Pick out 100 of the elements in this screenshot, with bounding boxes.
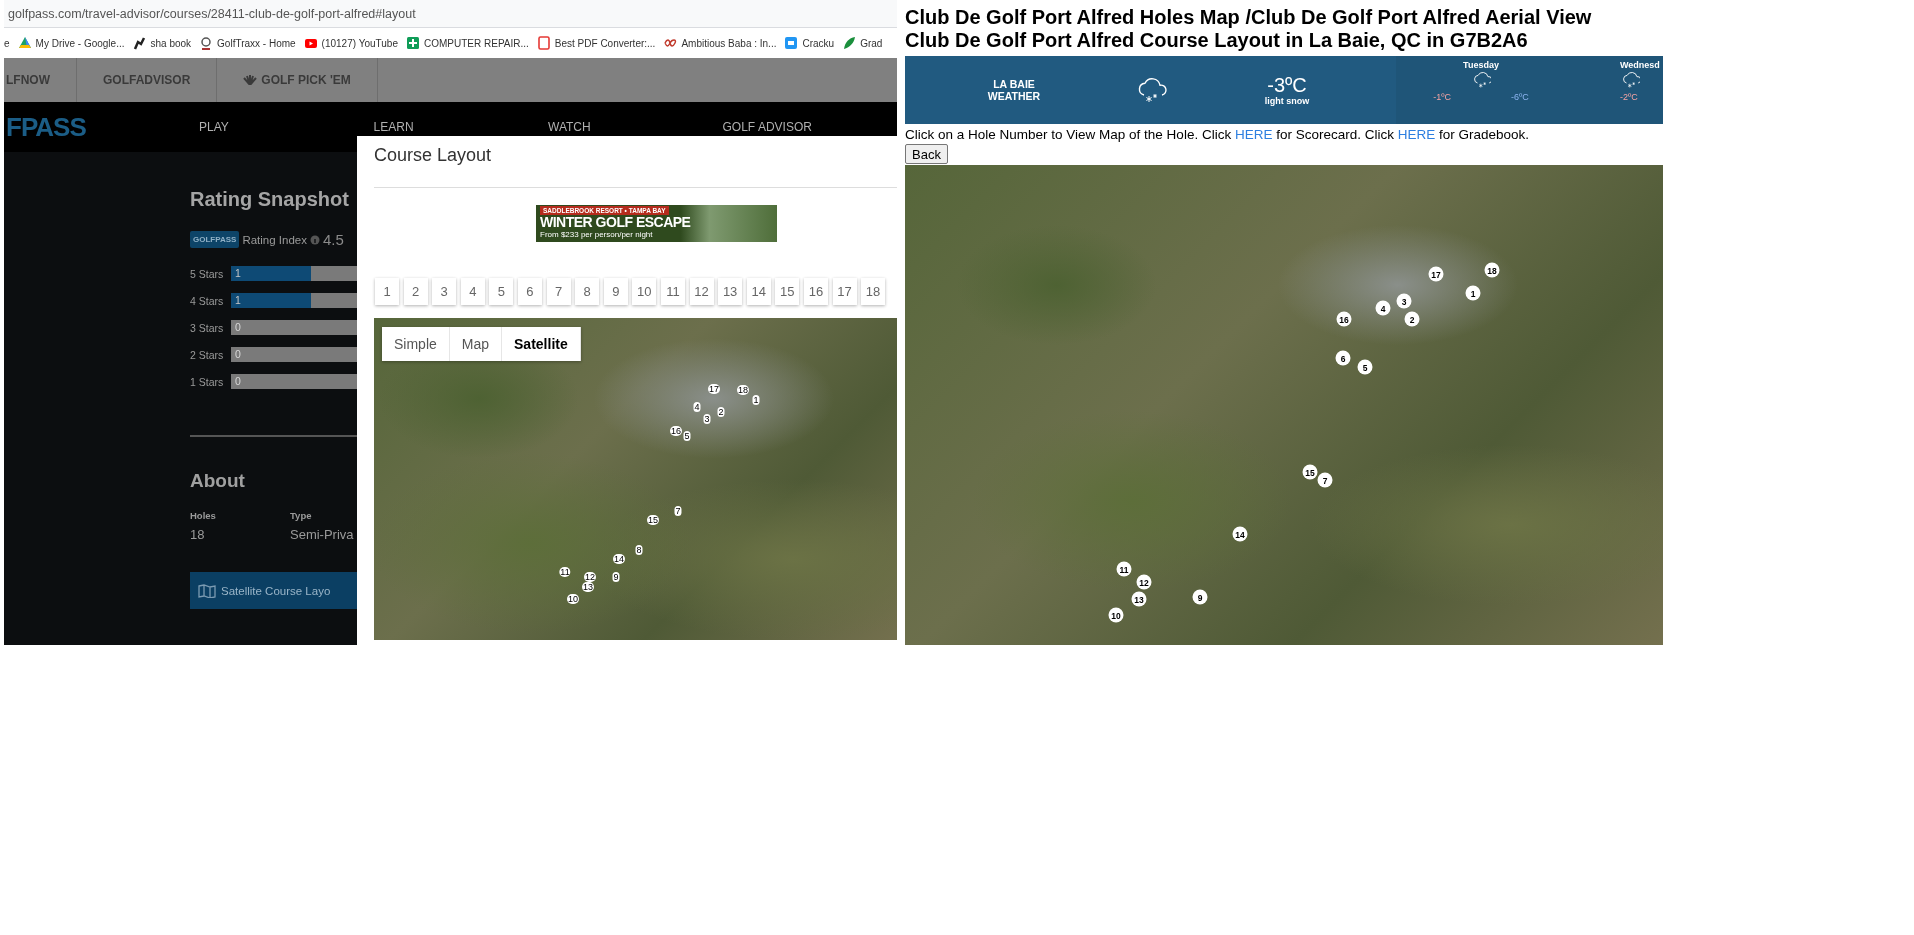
- hole-marker[interactable]: 8: [635, 545, 643, 555]
- rating-count: 0: [235, 321, 241, 333]
- hole-button[interactable]: 15: [775, 278, 800, 305]
- hole-marker[interactable]: 7: [1317, 472, 1333, 488]
- triangle-icon: [17, 36, 32, 50]
- hole-marker[interactable]: 14: [1232, 526, 1248, 542]
- hole-marker[interactable]: 12: [584, 572, 596, 582]
- hole-marker[interactable]: 12: [1136, 574, 1152, 590]
- hole-marker[interactable]: 17: [708, 384, 720, 394]
- hole-button[interactable]: 17: [832, 278, 857, 305]
- hole-marker[interactable]: 18: [737, 385, 749, 395]
- hole-marker[interactable]: 16: [670, 426, 682, 436]
- back-button[interactable]: Back: [905, 144, 948, 164]
- rating-count: 1: [235, 294, 241, 306]
- day-name: Wednesd: [1620, 60, 1660, 70]
- hole-button[interactable]: 16: [803, 278, 828, 305]
- hole-marker[interactable]: 16: [1336, 311, 1352, 327]
- here-link[interactable]: HERE: [1397, 127, 1436, 142]
- hole-button[interactable]: 14: [746, 278, 771, 305]
- hole-marker[interactable]: 5: [1357, 359, 1373, 375]
- map-type-tab[interactable]: Simple: [382, 327, 450, 361]
- play-icon: [303, 36, 318, 50]
- hole-marker[interactable]: 7: [674, 506, 682, 516]
- hole-marker[interactable]: 11: [1116, 561, 1132, 577]
- hole-marker[interactable]: 9: [612, 572, 620, 582]
- hole-button[interactable]: 4: [460, 278, 485, 305]
- hole-marker[interactable]: 15: [647, 515, 659, 525]
- hole-button[interactable]: 12: [689, 278, 714, 305]
- hole-button[interactable]: 1: [375, 278, 399, 305]
- page-heading: Club De Golf Port Alfred Holes Map /Club De Golf Port Alfred Aerial View Club De Golf Port Alfred Course Layout in La Baie, QC in G7B2A6: [905, 6, 1593, 52]
- low-temperature: -6ºC: [1511, 92, 1529, 102]
- rating-index-label: Rating Index: [242, 233, 307, 246]
- bookmark[interactable]: GolfTraxx - Home: [199, 36, 296, 50]
- hole-marker[interactable]: 18: [1484, 262, 1500, 278]
- snow-cloud-icon: [1471, 70, 1491, 90]
- nav-link[interactable]: PLAY: [199, 120, 374, 134]
- modal-title: Course Layout: [374, 145, 493, 167]
- nav-link[interactable]: GOLF ADVISOR: [722, 120, 897, 134]
- hole-marker[interactable]: 1: [752, 395, 760, 405]
- hole-button[interactable]: 11: [660, 278, 685, 305]
- bookmark[interactable]: Grad: [842, 36, 883, 50]
- bookmark[interactable]: sha book: [132, 36, 192, 50]
- rating-count: 0: [235, 348, 241, 360]
- hole-button[interactable]: 13: [718, 278, 743, 305]
- hole-marker[interactable]: 11: [559, 567, 571, 577]
- hole-marker[interactable]: 1: [1465, 285, 1481, 301]
- satellite-map-image[interactable]: 17 18 1 4 2 3 16 5 7 15 8 14 11 12 9 13 10 Simple Map Satellite: [374, 318, 897, 640]
- hole-marker[interactable]: 5: [683, 431, 691, 441]
- rating-index-value: 4.5: [323, 231, 344, 248]
- fact-value: 18: [190, 527, 206, 542]
- hole-button[interactable]: 2: [403, 278, 428, 305]
- nav-link[interactable]: LEARN: [373, 120, 549, 134]
- nav-link[interactable]: WATCH: [548, 120, 723, 134]
- bookmark[interactable]: Best PDF Converter:...: [536, 36, 656, 50]
- instructions-text: Click on a Hole Number to View Map of the Hole. Click HERE for Scorecard. Click HERE for Gradebook.: [905, 126, 1531, 143]
- hole-button[interactable]: 7: [546, 278, 571, 305]
- hole-marker[interactable]: 10: [1108, 607, 1124, 623]
- square-icon: [784, 36, 799, 50]
- section-title: Rating Snapshot: [190, 188, 349, 212]
- hole-marker[interactable]: 13: [1131, 591, 1147, 607]
- bookmark[interactable]: (10127) YouTube: [303, 36, 398, 50]
- hole-marker[interactable]: 17: [1428, 266, 1444, 282]
- leaf-icon: [842, 36, 857, 50]
- hole-button[interactable]: 5: [489, 278, 514, 305]
- hole-button[interactable]: 9: [603, 278, 628, 305]
- high-temperature: -1ºC: [1433, 92, 1451, 102]
- bookmark[interactable]: Ambitious Baba : In...: [663, 36, 777, 50]
- hole-marker[interactable]: 3: [1396, 293, 1412, 309]
- hole-marker[interactable]: 6: [1335, 350, 1351, 366]
- brand-badge: GOLFPASS: [190, 231, 240, 248]
- hole-marker[interactable]: 2: [1404, 311, 1420, 327]
- hole-button[interactable]: 6: [517, 278, 542, 305]
- bookmark[interactable]: My Drive - Google...: [17, 36, 125, 50]
- hole-marker[interactable]: 2: [717, 407, 725, 417]
- hole-button[interactable]: 10: [632, 278, 657, 305]
- hole-button[interactable]: 3: [432, 278, 457, 305]
- hole-marker[interactable]: 4: [1375, 300, 1391, 316]
- hole-marker[interactable]: 13: [582, 582, 594, 592]
- satellite-map-image[interactable]: 17 18 1 3 4 16 2 6 5 15 7 14 11 12 13 9 10: [905, 165, 1663, 645]
- hole-button[interactable]: 8: [575, 278, 600, 305]
- hole-button[interactable]: 18: [861, 278, 886, 305]
- map-type-tab[interactable]: Satellite: [502, 327, 581, 361]
- bookmark[interactable]: COMPUTER REPAIR...: [406, 36, 529, 50]
- map-type-tab[interactable]: Map: [449, 327, 503, 361]
- section-title: About: [190, 470, 245, 492]
- bookmark[interactable]: Cracku: [784, 36, 835, 50]
- fact-label: Type: [290, 510, 313, 521]
- bookmark[interactable]: e: [4, 37, 10, 49]
- ad-headline: WINTER GOLF ESCAPE: [540, 215, 692, 230]
- ad-offer: From $233 per person/per night: [540, 230, 653, 240]
- here-link[interactable]: HERE: [1234, 127, 1273, 142]
- hole-marker[interactable]: 3: [703, 414, 711, 424]
- hole-marker[interactable]: 4: [693, 402, 701, 412]
- layout-button[interactable]: Satellite Course Layo: [190, 572, 357, 609]
- rating-count: 1: [235, 267, 241, 279]
- hole-marker[interactable]: 15: [1302, 464, 1318, 480]
- hole-marker[interactable]: 14: [613, 554, 625, 564]
- hole-marker[interactable]: 10: [567, 594, 579, 604]
- hole-marker[interactable]: 9: [1192, 589, 1208, 605]
- star-label: 3 Stars: [190, 321, 225, 334]
